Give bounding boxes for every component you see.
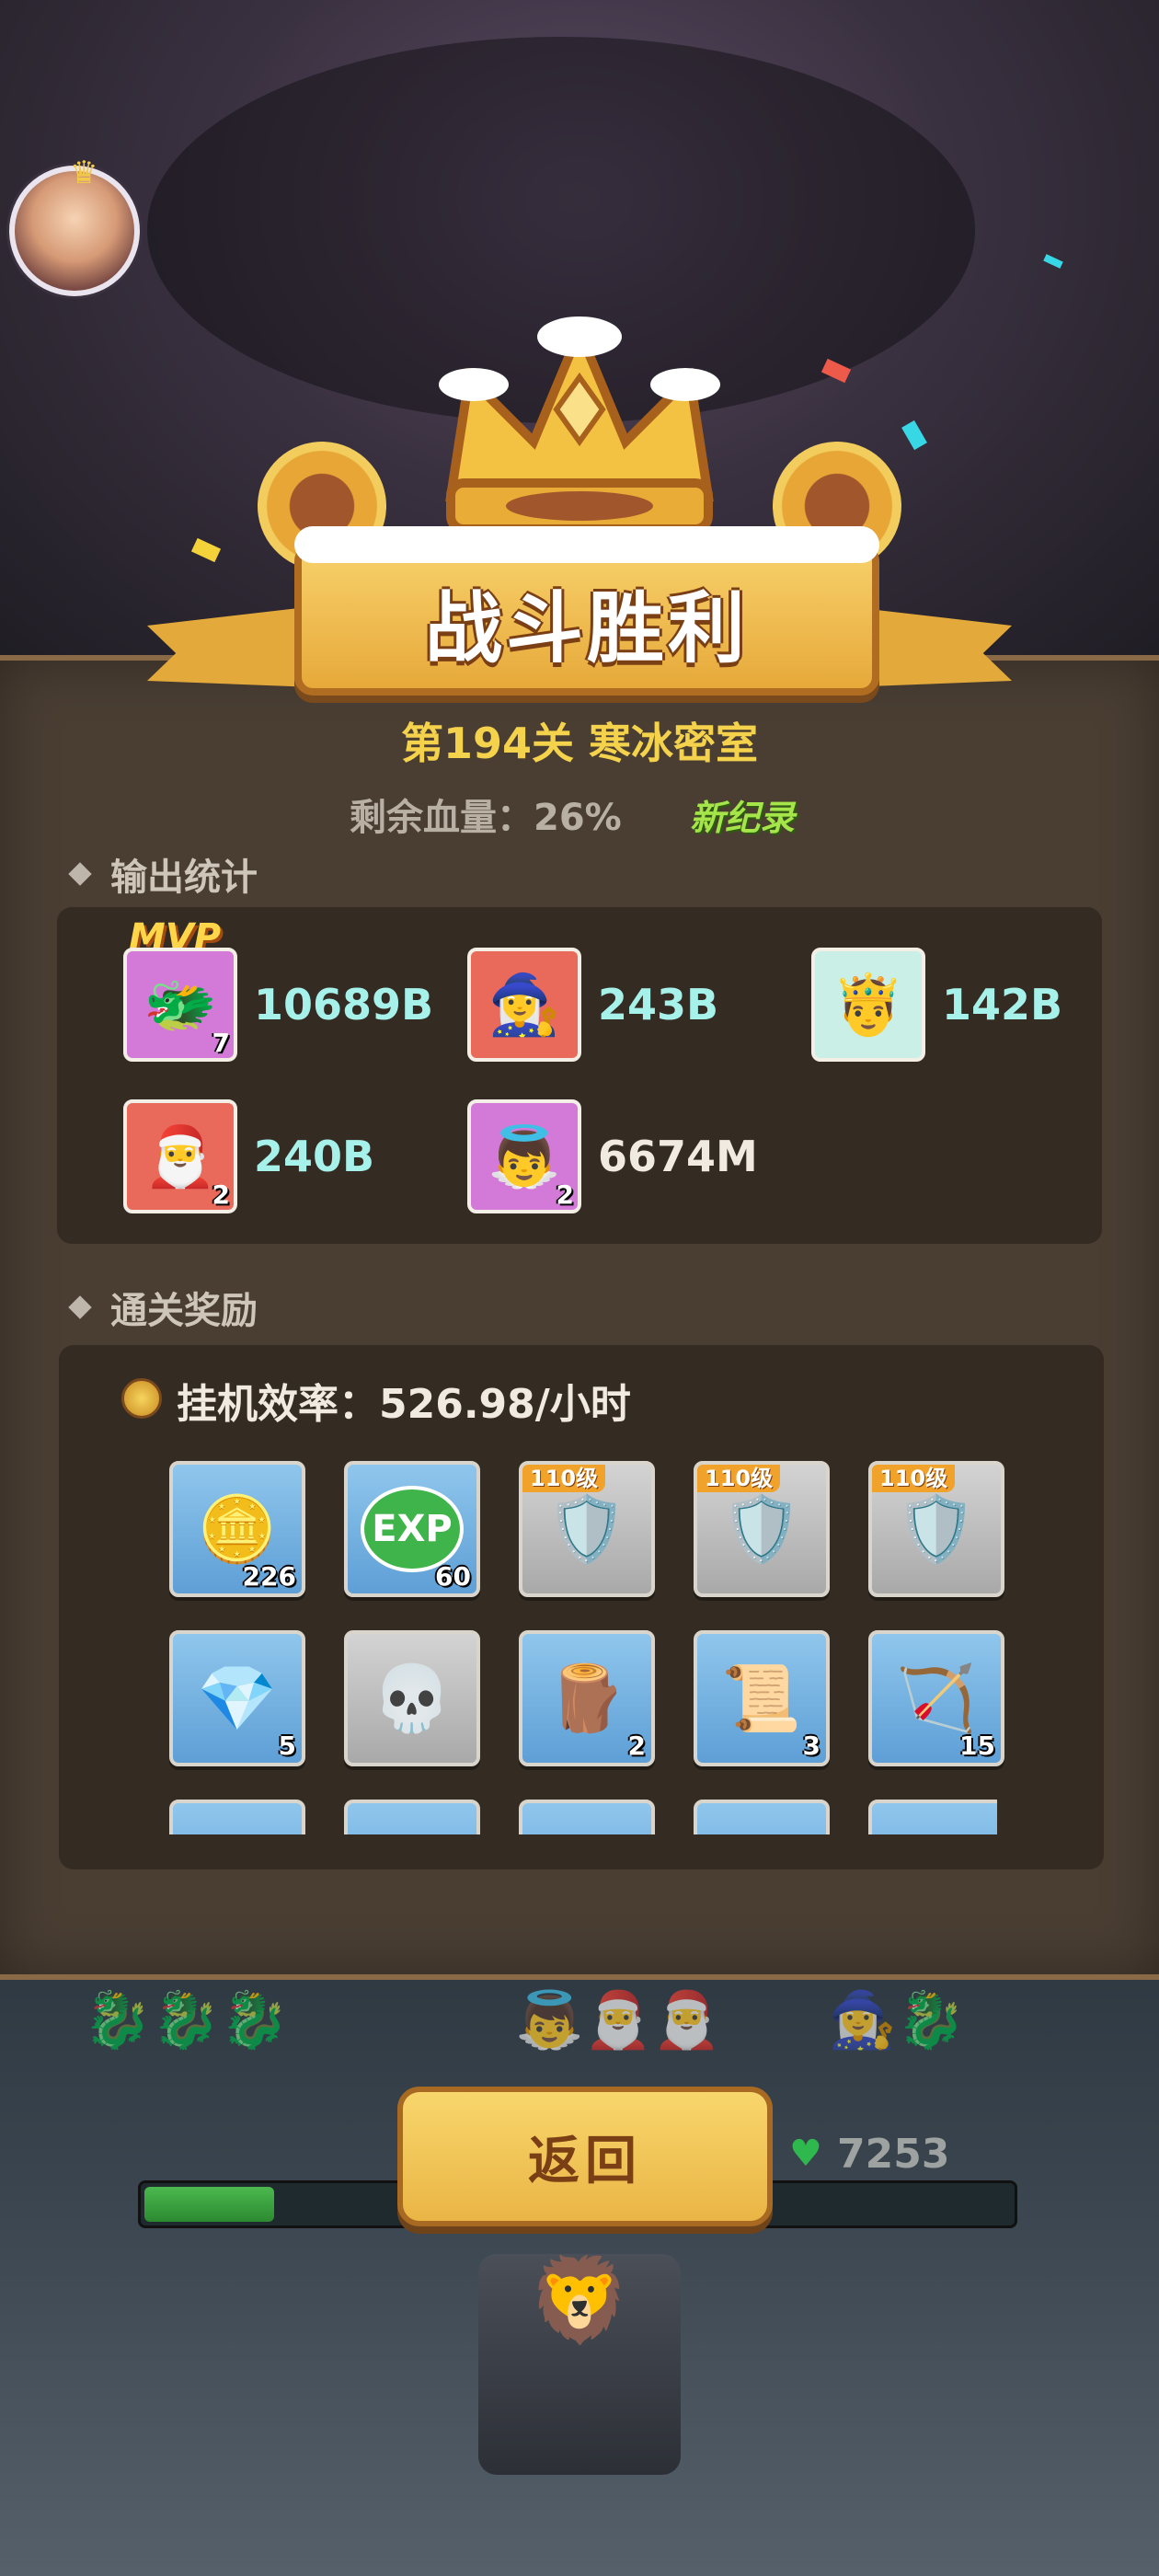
reward-item[interactable]: [344, 1800, 480, 1834]
reward-item[interactable]: 📜 3: [694, 1630, 830, 1766]
stage-title: 第194关 寒冰密室: [400, 719, 759, 768]
angel-hero-icon: 👼 2: [467, 1099, 581, 1213]
hero-damage-entry[interactable]: 🎅 2 240B: [123, 1099, 374, 1213]
idle-efficiency: 挂机效率：526.98/小时: [177, 1381, 631, 1428]
rewards-header: 通关奖励: [68, 1284, 258, 1332]
reward-row-clipped[interactable]: [169, 1800, 997, 1834]
section-label: 输出统计: [110, 857, 258, 899]
return-button-label: 返回: [528, 2131, 642, 2191]
hero-level: 7: [212, 1028, 230, 1058]
battle-unit-icon: 👼🎅🎅: [515, 1988, 722, 2053]
hero-damage-value: 10689B: [254, 980, 434, 1029]
reward-item[interactable]: [519, 1800, 655, 1834]
item-count: 2: [627, 1731, 646, 1761]
base-hp-bar-fill: [144, 2187, 275, 2222]
tower-hero-icon: 🦁: [527, 2251, 632, 2349]
banner-snow: [294, 526, 879, 563]
item-count: 60: [435, 1561, 471, 1592]
diamond-icon: [68, 1295, 92, 1319]
battle-unit-icon: 🧙‍♀️🐉: [828, 1988, 966, 2053]
hero-damage-entry[interactable]: 🐲 7 10689B: [123, 948, 433, 1062]
reward-item[interactable]: [868, 1800, 997, 1834]
reward-item[interactable]: 🏹 15: [868, 1630, 1004, 1766]
reward-item[interactable]: 💎 5: [169, 1630, 305, 1766]
hero-damage-value: 240B: [254, 1132, 375, 1181]
heart-icon: ♥: [789, 2133, 822, 2175]
victory-banner: 战斗胜利: [294, 526, 879, 696]
reward-item[interactable]: 🪵 2: [519, 1630, 655, 1766]
reward-item[interactable]: [169, 1800, 305, 1834]
base-hp-value: 7253: [837, 2131, 950, 2178]
player-avatar[interactable]: ♛: [9, 155, 140, 296]
section-label: 通关奖励: [110, 1290, 258, 1332]
blue-dragon-icon: 🐲 7: [123, 948, 237, 1062]
hero-damage-entry[interactable]: 🧙‍♀️ 243B: [467, 948, 718, 1062]
hero-damage-value: 142B: [942, 980, 1063, 1029]
reward-item[interactable]: 🛡️ 110级: [694, 1461, 830, 1597]
reward-item[interactable]: 🛡️ 110级: [519, 1461, 655, 1597]
item-count: 15: [959, 1731, 995, 1761]
battle-unit-icon: 🐉🐉🐉: [83, 1988, 290, 2053]
reward-item[interactable]: 🪙 226: [169, 1461, 305, 1597]
hero-damage-value: 243B: [598, 980, 719, 1029]
item-count: 226: [242, 1561, 296, 1592]
output-stats-header: 输出统计: [68, 851, 258, 899]
hero-level: 2: [556, 1179, 574, 1210]
hero-damage-value: 6674M: [598, 1132, 758, 1181]
avatar-crown-icon: ♛: [70, 155, 98, 191]
reward-item[interactable]: EXP 60: [344, 1461, 480, 1597]
king-swordsman-icon: 🤴: [811, 948, 925, 1062]
beast-skull-icon: 💀: [372, 1660, 453, 1736]
reward-item[interactable]: 🛡️ 110级: [868, 1461, 1004, 1597]
reward-item[interactable]: [694, 1800, 830, 1834]
item-level-tag: 110级: [522, 1465, 606, 1492]
item-count: 3: [802, 1731, 820, 1761]
hero-level: 2: [212, 1179, 230, 1210]
santa-hero-icon: 🎅 2: [123, 1099, 237, 1213]
hero-damage-entry[interactable]: 👼 2 6674M: [467, 1099, 758, 1213]
victory-title: 战斗胜利: [424, 583, 749, 673]
return-button[interactable]: 返回: [397, 2087, 773, 2226]
item-level-tag: 110级: [697, 1465, 781, 1492]
ice-mage-girl-icon: 🧙‍♀️: [467, 948, 581, 1062]
hero-damage-entry[interactable]: 🤴 142B: [811, 948, 1062, 1062]
reward-item[interactable]: 💀: [344, 1630, 480, 1766]
new-record-badge: 新纪录: [690, 798, 796, 838]
diamond-icon: [68, 862, 92, 886]
remaining-hp: 剩余血量：26%: [350, 797, 622, 839]
item-count: 5: [278, 1731, 296, 1761]
coin-icon: [121, 1378, 162, 1419]
crown-icon: [439, 316, 720, 534]
item-level-tag: 110级: [872, 1465, 956, 1492]
